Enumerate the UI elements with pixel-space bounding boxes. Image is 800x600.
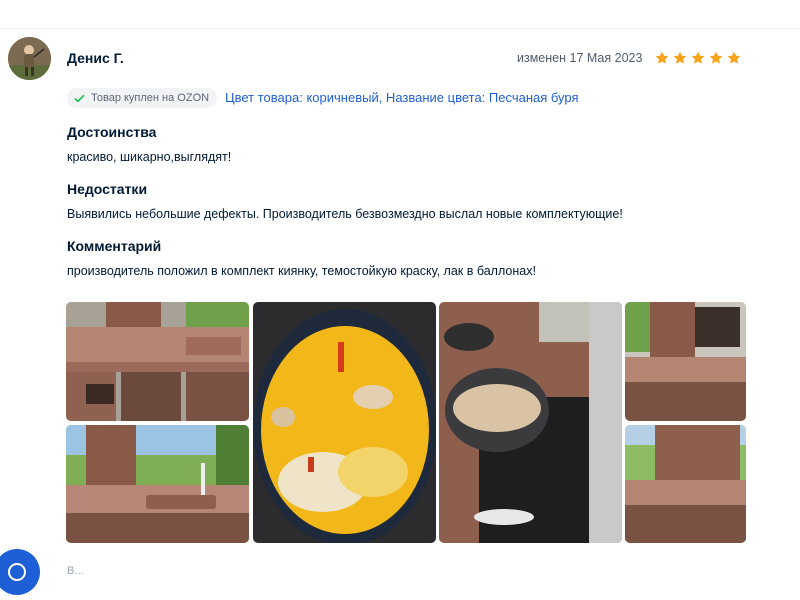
check-icon bbox=[74, 94, 85, 102]
pros-text: красиво, шикарно,выглядят! bbox=[67, 150, 232, 164]
review-photo-outdoor-sink[interactable] bbox=[66, 425, 249, 543]
review-date: изменен 17 Мая 2023 bbox=[517, 51, 643, 65]
author-name[interactable]: Денис Г. bbox=[67, 50, 124, 66]
review-photo-outdoor-kitchen[interactable] bbox=[66, 302, 249, 421]
review-photo-grill[interactable] bbox=[625, 302, 746, 421]
purchased-badge: Товар куплен на OZON bbox=[67, 88, 218, 108]
purchased-badge-label: Товар куплен на OZON bbox=[91, 92, 210, 104]
star-icon bbox=[691, 51, 705, 64]
star-icon bbox=[709, 51, 723, 64]
footer-partial-text: В... bbox=[67, 565, 84, 577]
comment-text: производитель положил в комплект киянку,… bbox=[67, 264, 536, 278]
review-photo-cauldron-pilaf[interactable] bbox=[253, 302, 436, 543]
star-icon bbox=[727, 51, 741, 64]
review-photo-cauldron-cooking[interactable] bbox=[439, 302, 622, 543]
star-icon bbox=[673, 51, 687, 64]
cons-text: Выявились небольшие дефекты. Производите… bbox=[67, 207, 623, 221]
star-icon bbox=[655, 51, 669, 64]
top-divider bbox=[0, 28, 800, 29]
cons-title: Недостатки bbox=[67, 181, 148, 197]
product-variant-link[interactable]: Цвет товара: коричневый, Название цвета:… bbox=[225, 90, 579, 105]
avatar[interactable] bbox=[8, 37, 51, 80]
chat-button[interactable] bbox=[0, 549, 40, 595]
chat-icon bbox=[8, 563, 26, 581]
pros-title: Достоинства bbox=[67, 124, 157, 140]
comment-title: Комментарий bbox=[67, 238, 162, 254]
review-photo-stone-pillar[interactable] bbox=[625, 425, 746, 543]
rating-stars bbox=[654, 50, 742, 66]
